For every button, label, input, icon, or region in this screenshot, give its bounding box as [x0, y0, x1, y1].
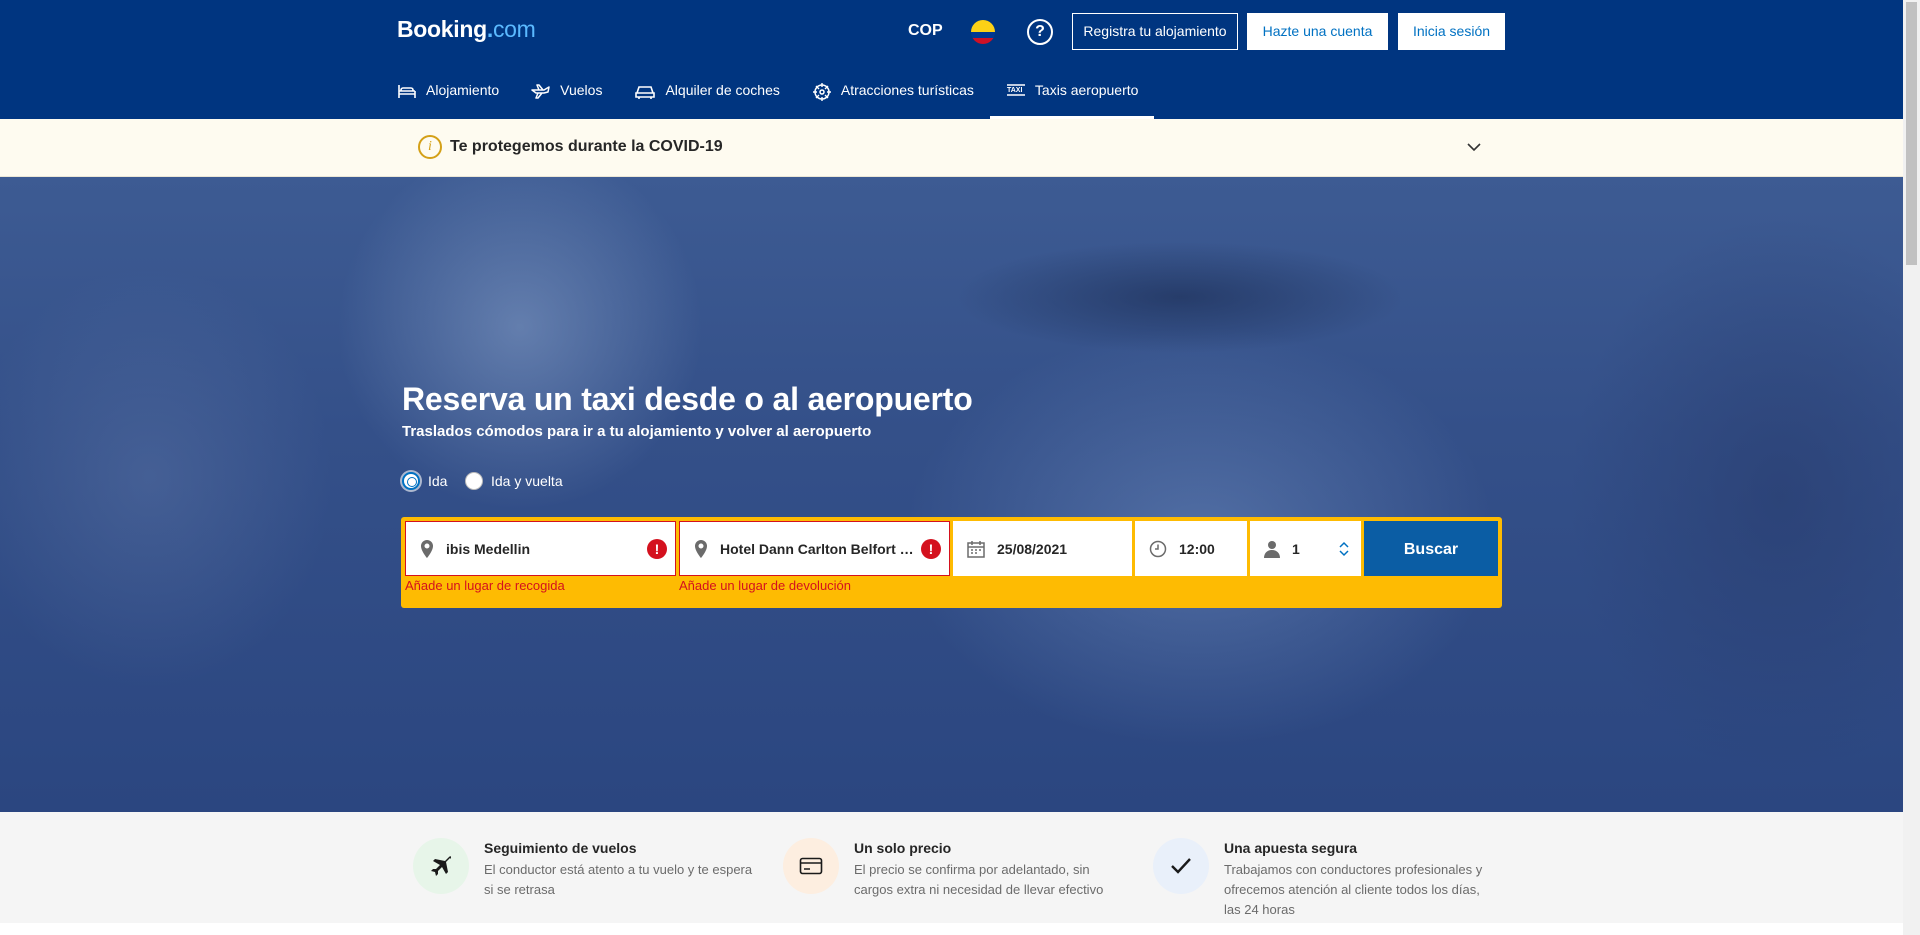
- scrollbar-thumb[interactable]: [1906, 2, 1917, 265]
- radio-label: Ida: [428, 473, 448, 489]
- nav-item-label: Alojamiento: [426, 82, 500, 98]
- time-field[interactable]: 12:00: [1135, 521, 1247, 576]
- error-icon: !: [921, 538, 941, 559]
- create-account-button[interactable]: Hazte una cuenta: [1247, 13, 1388, 50]
- bed-icon: [398, 85, 416, 98]
- features-strip: Seguimiento de vuelos El conductor está …: [0, 812, 1903, 923]
- card-icon: [799, 857, 823, 875]
- nav-item-flights[interactable]: Vuelos: [531, 76, 602, 119]
- location-pin-icon: [695, 539, 707, 558]
- nav-item-stays[interactable]: Alojamiento: [397, 76, 499, 119]
- covid-banner[interactable]: i Te protegemos durante la COVID-19: [0, 119, 1903, 177]
- radio-circle[interactable]: [465, 472, 483, 490]
- trip-type-oneway-radio[interactable]: Ida: [402, 472, 447, 490]
- page-bottom: [0, 923, 1903, 935]
- attractions-icon: [812, 83, 831, 101]
- feature-icon-circle: [413, 838, 469, 894]
- feature-title: Seguimiento de vuelos: [484, 840, 637, 856]
- feature-title: Una apuesta segura: [1224, 840, 1358, 856]
- location-pin-icon: [421, 539, 433, 558]
- car-icon: [635, 86, 656, 99]
- check-icon: [1171, 858, 1191, 874]
- plane-icon: [431, 856, 451, 876]
- booking-logo[interactable]: Booking.com: [397, 16, 536, 43]
- radio-label: Ida y vuelta: [491, 473, 563, 489]
- help-icon[interactable]: ?: [1027, 19, 1053, 45]
- feature-description: El conductor está atento a tu vuelo y te…: [484, 862, 753, 897]
- radio-circle[interactable]: [402, 472, 420, 490]
- nav-item-label: Atracciones turísticas: [840, 82, 974, 98]
- error-icon: !: [647, 538, 667, 559]
- dropoff-location-value: Hotel Dann Carlton Belfort Medellin: [720, 540, 915, 557]
- info-icon: i: [418, 135, 442, 159]
- taxi-icon: TAXI: [1006, 84, 1025, 96]
- nav-item-attractions[interactable]: Atracciones turísticas: [812, 76, 974, 119]
- currency-selector[interactable]: COP: [908, 22, 943, 40]
- person-icon: [1264, 540, 1280, 558]
- feature-description: El precio se confirma por adelantado, si…: [854, 862, 1104, 897]
- chevron-up-down-icon[interactable]: [1339, 541, 1349, 557]
- page-subtitle: Traslados cómodos para ir a tu alojamien…: [402, 423, 872, 440]
- nav-item-label: Alquiler de coches: [665, 82, 780, 98]
- passengers-field[interactable]: 1: [1250, 521, 1361, 576]
- feature-description: Trabajamos con conductores profesionales…: [1224, 862, 1483, 917]
- date-value: 25/08/2021: [997, 540, 1068, 557]
- pickup-error-message: Añade un lugar de recogida: [405, 578, 565, 593]
- register-property-button[interactable]: Registra tu alojamiento: [1072, 13, 1238, 50]
- feature-icon-circle: [1153, 838, 1209, 894]
- trip-type-return-radio[interactable]: Ida y vuelta: [465, 472, 563, 490]
- time-value: 12:00: [1179, 540, 1215, 557]
- date-field[interactable]: 25/08/2021: [953, 521, 1132, 576]
- covid-banner-text: Te protegemos durante la COVID-19: [450, 138, 723, 155]
- colombia-flag-icon[interactable]: [971, 20, 995, 44]
- search-box: ibis Medellin ! Hotel Dann Carlton Belfo…: [401, 517, 1502, 608]
- pickup-location-value: ibis Medellin: [446, 540, 531, 557]
- hero-section: Reserva un taxi desde o al aeropuerto Tr…: [0, 177, 1903, 812]
- login-button[interactable]: Inicia sesión: [1398, 13, 1505, 50]
- clock-icon: [1149, 540, 1167, 557]
- nav-item-label: Taxis aeropuerto: [1034, 82, 1139, 98]
- nav-item-car-rental[interactable]: Alquiler de coches: [634, 76, 780, 119]
- pickup-location-field[interactable]: ibis Medellin !: [405, 521, 676, 576]
- nav-item-label: Vuelos: [560, 82, 603, 98]
- nav-item-airport-taxis[interactable]: TAXI Taxis aeropuerto: [989, 76, 1155, 119]
- passengers-value: 1: [1292, 540, 1300, 557]
- vertical-scrollbar[interactable]: [1903, 0, 1920, 935]
- search-button[interactable]: Buscar: [1364, 521, 1498, 576]
- feature-icon-circle: [783, 838, 839, 894]
- feature-title: Un solo precio: [854, 840, 952, 856]
- dropoff-error-message: Añade un lugar de devolución: [679, 578, 852, 593]
- plane-icon: [531, 84, 550, 99]
- main-nav: Alojamiento Vuelos Alquiler de coches At…: [397, 76, 1186, 119]
- calendar-icon: [967, 540, 985, 558]
- page-title: Reserva un taxi desde o al aeropuerto: [402, 381, 973, 417]
- dropoff-location-field[interactable]: Hotel Dann Carlton Belfort Medellin !: [679, 521, 950, 576]
- chevron-down-icon[interactable]: [1467, 137, 1481, 157]
- site-header: Booking.com COP ? Registra tu alojamient…: [0, 0, 1903, 119]
- svg-text:TAXI: TAXI: [1007, 87, 1022, 94]
